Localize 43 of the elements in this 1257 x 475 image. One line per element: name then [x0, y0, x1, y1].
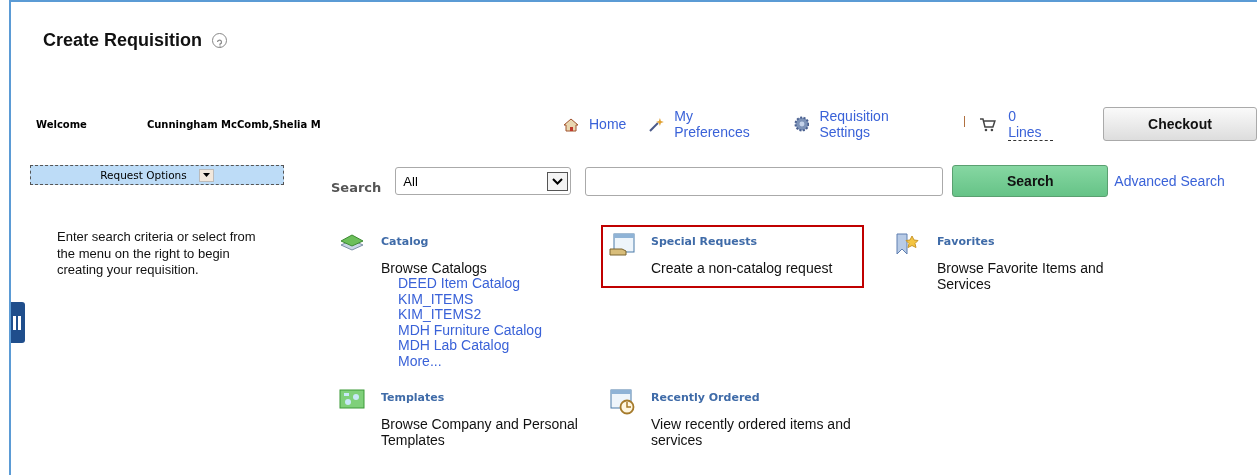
user-name: Cunningham McComb,Shelia M — [146, 119, 321, 132]
catalog-link[interactable]: KIM_ITEMS — [398, 291, 474, 307]
wand-icon — [648, 116, 665, 132]
window-clock-icon — [609, 389, 637, 415]
gear-icon — [793, 116, 810, 132]
caret-icon — [198, 168, 214, 182]
catalog-link[interactable]: MDH Lab Catalog — [398, 338, 510, 354]
tile-title[interactable]: Templates — [381, 391, 601, 404]
cart-lines-link[interactable]: 0 Lines — [1008, 107, 1053, 141]
catalog-link[interactable]: KIM_ITEMS2 — [398, 307, 482, 323]
search-button[interactable]: Search — [952, 165, 1109, 197]
tile-description: Browse Company and Personal Templates — [381, 416, 579, 448]
nav-link[interactable]: Home — [563, 116, 627, 132]
tile-title[interactable]: Recently Ordered — [651, 391, 871, 404]
category-dropdown[interactable]: All — [395, 167, 572, 195]
nav-link[interactable]: My Preferences — [648, 108, 772, 140]
tile-description: Browse Favorite Items and Services — [937, 260, 1105, 292]
tile-description: Create a non-catalog request — [651, 260, 833, 276]
tile-title[interactable]: Catalog — [381, 235, 542, 248]
tile-description: Browse Catalogs — [381, 260, 488, 276]
dropdown-icon — [547, 171, 569, 191]
nav-link[interactable]: Requisition Settings — [793, 108, 943, 140]
tile-title[interactable]: Favorites — [937, 235, 1157, 248]
request-options-bar[interactable]: Request Options — [30, 165, 284, 185]
books-icon — [339, 233, 365, 253]
bookmark-star-icon — [895, 233, 919, 255]
template-icon — [339, 389, 365, 409]
welcome-label: Welcome — [36, 119, 87, 132]
instructions-text: Enter search criteria or select from the menu on the right to begin creating your requisition. — [57, 229, 257, 279]
tile-title[interactable]: Special Requests — [651, 235, 833, 248]
advanced-search-link[interactable]: Advanced Search — [1114, 173, 1225, 189]
search-field[interactable] — [585, 166, 944, 196]
window-hand-icon — [609, 233, 637, 257]
checkout-button[interactable]: Checkout — [1103, 107, 1257, 141]
search-label: Search — [331, 179, 382, 195]
catalog-link[interactable]: DEED Item Catalog — [398, 276, 521, 292]
catalog-link[interactable]: MDH Furniture Catalog — [398, 322, 542, 338]
catalog-link[interactable]: More... — [398, 353, 442, 369]
home-icon — [563, 116, 579, 132]
collapse-handle[interactable] — [11, 302, 25, 343]
page-title: Create Requisition — [43, 30, 203, 51]
cart-icon — [979, 116, 997, 132]
tile-description: View recently ordered items and services — [651, 416, 852, 448]
